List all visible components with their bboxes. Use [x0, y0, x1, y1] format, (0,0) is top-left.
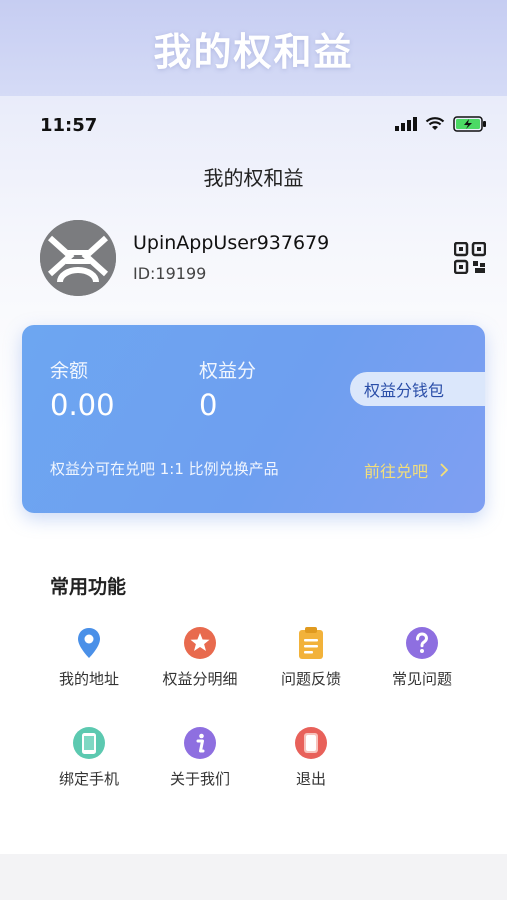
func-about-us[interactable]: 关于我们 — [145, 726, 255, 789]
status-time: 11:57 — [40, 115, 98, 136]
avatar-logo-icon — [40, 220, 116, 296]
phone-screen: 11:57 我的权和益 UpinAppUser937679 ID:19199 余… — [0, 96, 507, 854]
func-bind-phone[interactable]: 绑定手机 — [34, 726, 144, 789]
func-label: 问题反馈 — [280, 670, 341, 688]
star-badge-icon — [184, 627, 216, 659]
points-wallet-button[interactable]: 权益分钱包 — [350, 372, 485, 406]
status-bar: 11:57 — [0, 96, 507, 154]
common-functions-title: 常用功能 — [50, 576, 127, 598]
clipboard-icon — [299, 627, 323, 659]
balance-card: 余额 0.00 权益分 0 权益分钱包 权益分可在兑吧 1:1 比例兑换产品 前… — [22, 325, 485, 513]
status-icons — [395, 116, 487, 132]
func-my-address[interactable]: 我的地址 — [34, 626, 144, 689]
balance-value: 0.00 — [50, 388, 115, 422]
balance-label: 余额 — [50, 360, 89, 382]
username: UpinAppUser937679 — [133, 232, 330, 254]
func-label: 退出 — [295, 770, 326, 788]
bottom-strip — [0, 854, 507, 900]
question-icon — [406, 627, 438, 659]
info-icon — [184, 727, 216, 759]
func-label: 关于我们 — [169, 770, 230, 788]
func-label: 常见问题 — [391, 670, 452, 688]
points-label: 权益分 — [199, 360, 257, 382]
logout-icon — [295, 727, 327, 759]
exchange-note: 权益分可在兑吧 1:1 比例兑换产品 — [50, 460, 279, 478]
qr-code-icon[interactable] — [454, 242, 486, 274]
top-banner: 我的权和益 — [0, 0, 507, 96]
banner-title: 我的权和益 — [153, 29, 354, 74]
func-label: 绑定手机 — [58, 770, 119, 788]
phone-icon — [73, 727, 105, 759]
signal-icon — [395, 117, 417, 131]
user-id: ID:19199 — [133, 264, 207, 283]
func-logout[interactable]: 退出 — [256, 726, 366, 789]
func-faq[interactable]: 常见问题 — [367, 626, 477, 689]
location-pin-icon — [78, 628, 100, 658]
wifi-icon — [425, 117, 445, 130]
chevron-right-icon — [440, 463, 449, 477]
goto-duiba-link[interactable]: 前往兑吧 — [364, 458, 449, 482]
func-label: 我的地址 — [58, 670, 119, 688]
func-points-detail[interactable]: 权益分明细 — [145, 626, 255, 689]
points-value: 0 — [199, 388, 218, 422]
func-feedback[interactable]: 问题反馈 — [256, 626, 366, 689]
goto-duiba-label: 前往兑吧 — [364, 462, 429, 481]
avatar[interactable] — [40, 220, 116, 296]
page-title: 我的权和益 — [203, 166, 304, 190]
battery-charging-icon — [453, 116, 486, 132]
func-label: 权益分明细 — [162, 670, 238, 688]
